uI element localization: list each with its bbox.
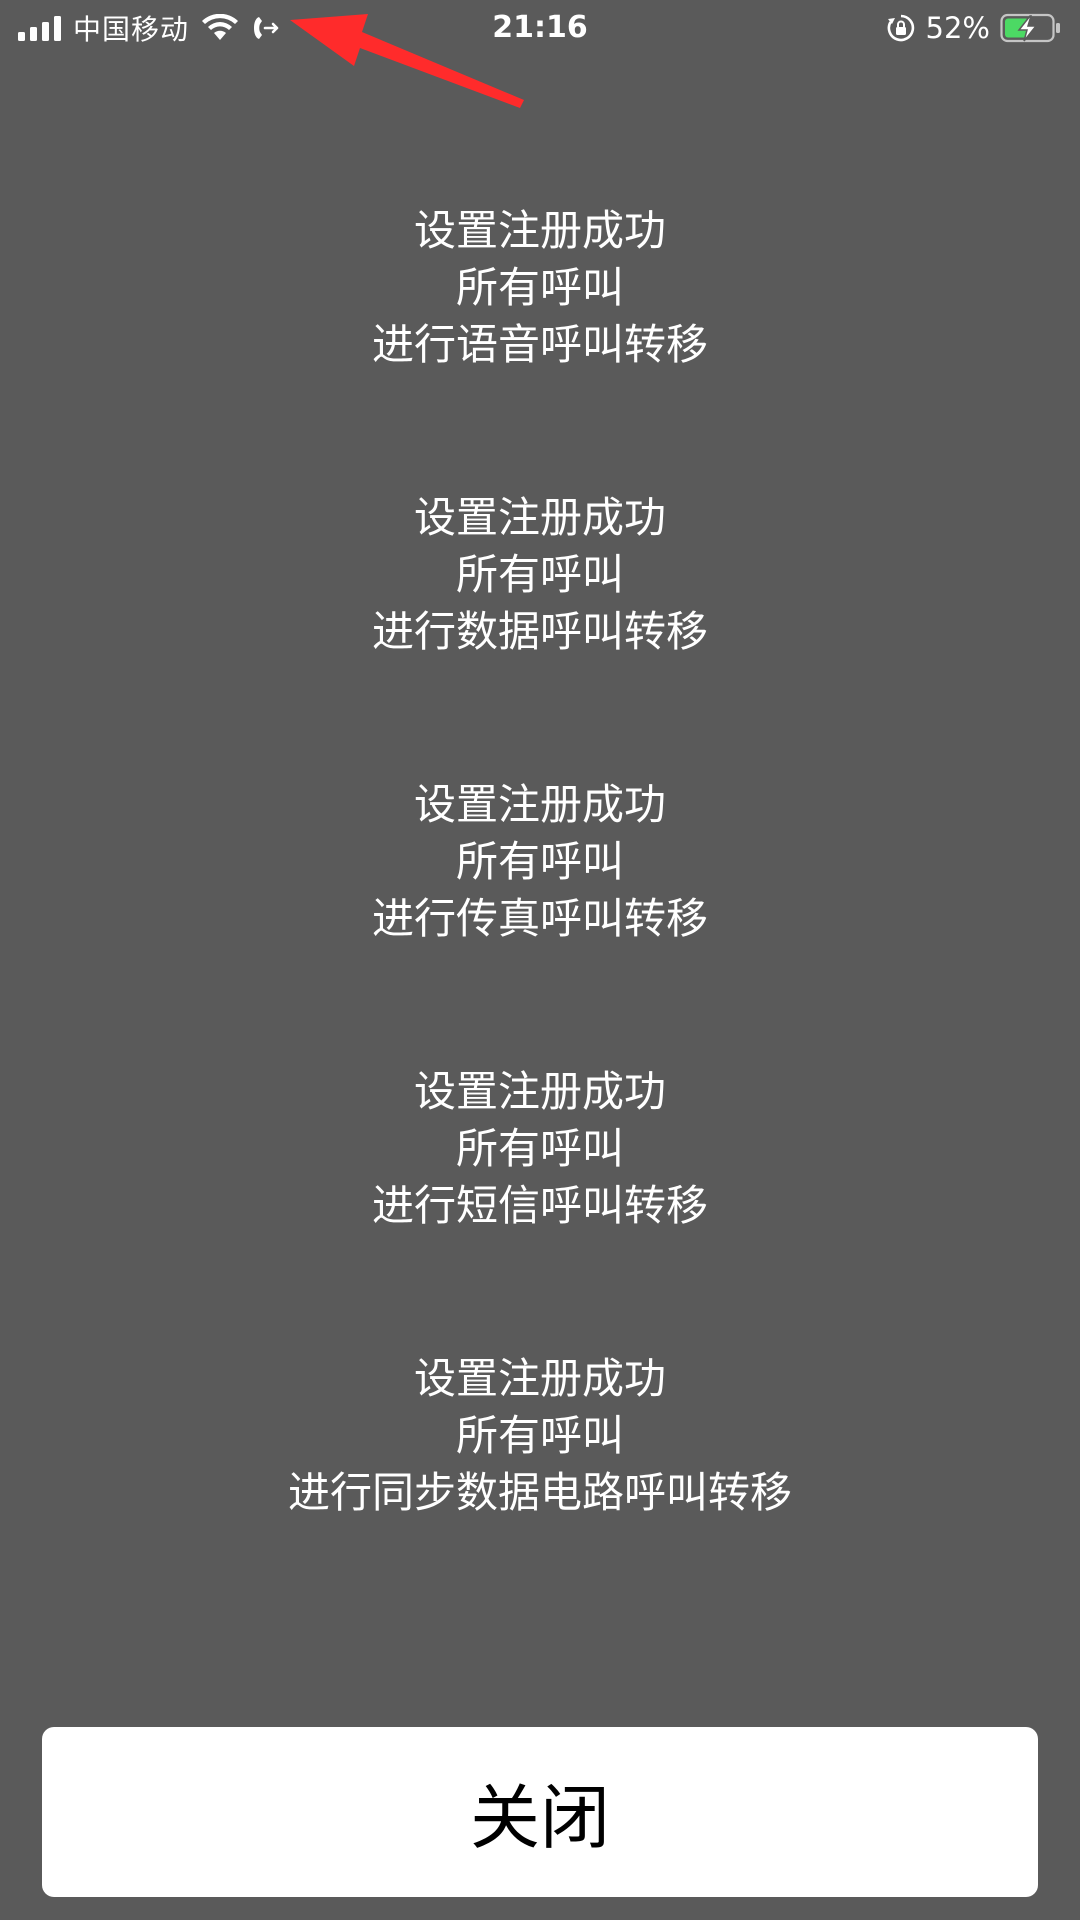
status-bar: 中国移动 21:16 52% bbox=[0, 0, 1080, 56]
message-detail: 进行同步数据电路呼叫转移 bbox=[287, 1468, 792, 1517]
message-detail: 进行语音呼叫转移 bbox=[371, 320, 708, 369]
message-status: 设置注册成功 bbox=[413, 206, 666, 255]
message-status: 设置注册成功 bbox=[413, 780, 666, 829]
message-block: 设置注册成功 所有呼叫 进行数据呼叫转移 bbox=[0, 489, 1080, 660]
message-block: 设置注册成功 所有呼叫 进行同步数据电路呼叫转移 bbox=[0, 1350, 1080, 1521]
battery-icon bbox=[1000, 13, 1060, 43]
message-detail: 进行传真呼叫转移 bbox=[371, 894, 708, 943]
close-button[interactable]: 关闭 bbox=[42, 1727, 1038, 1897]
message-scope: 所有呼叫 bbox=[455, 550, 624, 599]
message-scope: 所有呼叫 bbox=[455, 1411, 624, 1460]
message-scope: 所有呼叫 bbox=[455, 263, 624, 312]
message-detail: 进行短信呼叫转移 bbox=[371, 1181, 708, 1230]
rotation-lock-icon bbox=[887, 14, 914, 42]
message-status: 设置注册成功 bbox=[413, 1354, 666, 1403]
battery-percent: 52% bbox=[925, 11, 990, 45]
message-status: 设置注册成功 bbox=[413, 1067, 666, 1116]
annotation-arrow-icon bbox=[290, 14, 524, 108]
screen: 中国移动 21:16 52% 设置注册成功 所有呼叫 进行语音呼叫转移 设置注册… bbox=[0, 0, 1080, 1920]
message-block: 设置注册成功 所有呼叫 进行语音呼叫转移 bbox=[0, 202, 1080, 373]
message-detail: 进行数据呼叫转移 bbox=[371, 607, 708, 656]
message-status: 设置注册成功 bbox=[413, 493, 666, 542]
message-scope: 所有呼叫 bbox=[455, 1124, 624, 1173]
message-block: 设置注册成功 所有呼叫 进行短信呼叫转移 bbox=[0, 1063, 1080, 1234]
message-scope: 所有呼叫 bbox=[455, 837, 624, 886]
message-block: 设置注册成功 所有呼叫 进行传真呼叫转移 bbox=[0, 776, 1080, 947]
status-right: 52% bbox=[886, 8, 1062, 48]
